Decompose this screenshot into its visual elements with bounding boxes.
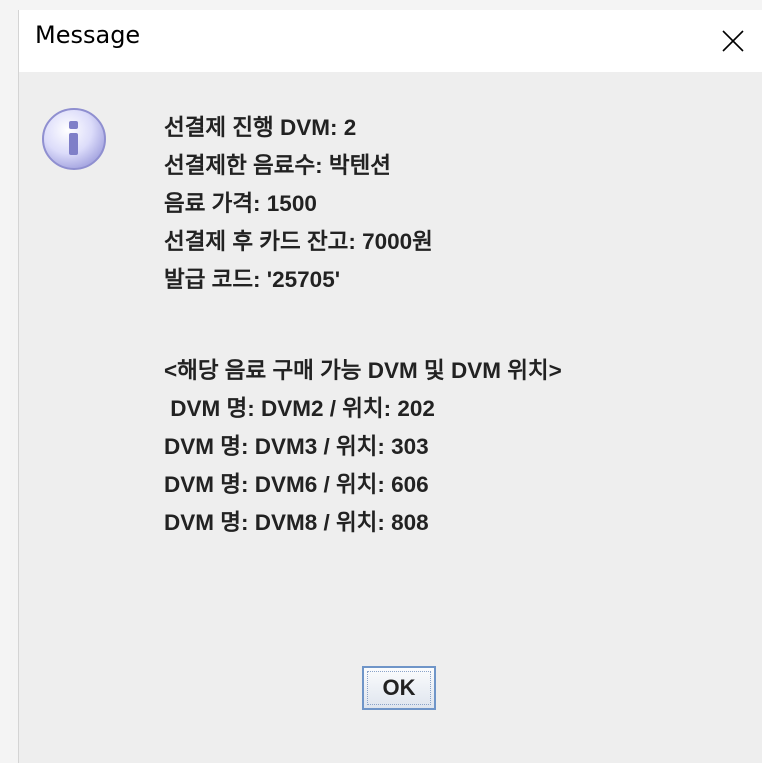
close-button[interactable] xyxy=(703,14,762,68)
message-body: 선결제 진행 DVM: 2 선결제한 음료수: 박텐션 음료 가격: 1500 … xyxy=(164,109,762,542)
title-bar[interactable]: Message xyxy=(19,10,762,72)
screen: Message 선결제 진행 DVM: 2 선결제한 음료수: 박텐션 음료 가… xyxy=(0,0,762,763)
section-header: <해당 음료 구매 가능 DVM 및 DVM 위치> xyxy=(164,358,562,383)
message-line-drink: 선결제한 음료수: 박텐션 xyxy=(164,153,391,178)
location-line: DVM 명: DVM8 / 위치: 808 xyxy=(164,510,429,535)
message-line-balance: 선결제 후 카드 잔고: 7000원 xyxy=(164,229,433,254)
dialog-title: Message xyxy=(35,21,141,49)
info-icon xyxy=(39,106,109,172)
message-dialog: Message 선결제 진행 DVM: 2 선결제한 음료수: 박텐션 음료 가… xyxy=(18,10,762,763)
focus-ring xyxy=(367,671,431,705)
message-line-dvm: 선결제 진행 DVM: 2 xyxy=(164,115,357,140)
location-line: DVM 명: DVM2 / 위치: 202 xyxy=(164,396,435,421)
location-line: DVM 명: DVM3 / 위치: 303 xyxy=(164,434,429,459)
message-line-price: 음료 가격: 1500 xyxy=(164,191,317,216)
location-line: DVM 명: DVM6 / 위치: 606 xyxy=(164,472,429,497)
message-line-code: 발급 코드: '25705' xyxy=(164,267,341,292)
close-icon xyxy=(722,30,744,52)
ok-button[interactable]: OK xyxy=(362,666,436,710)
